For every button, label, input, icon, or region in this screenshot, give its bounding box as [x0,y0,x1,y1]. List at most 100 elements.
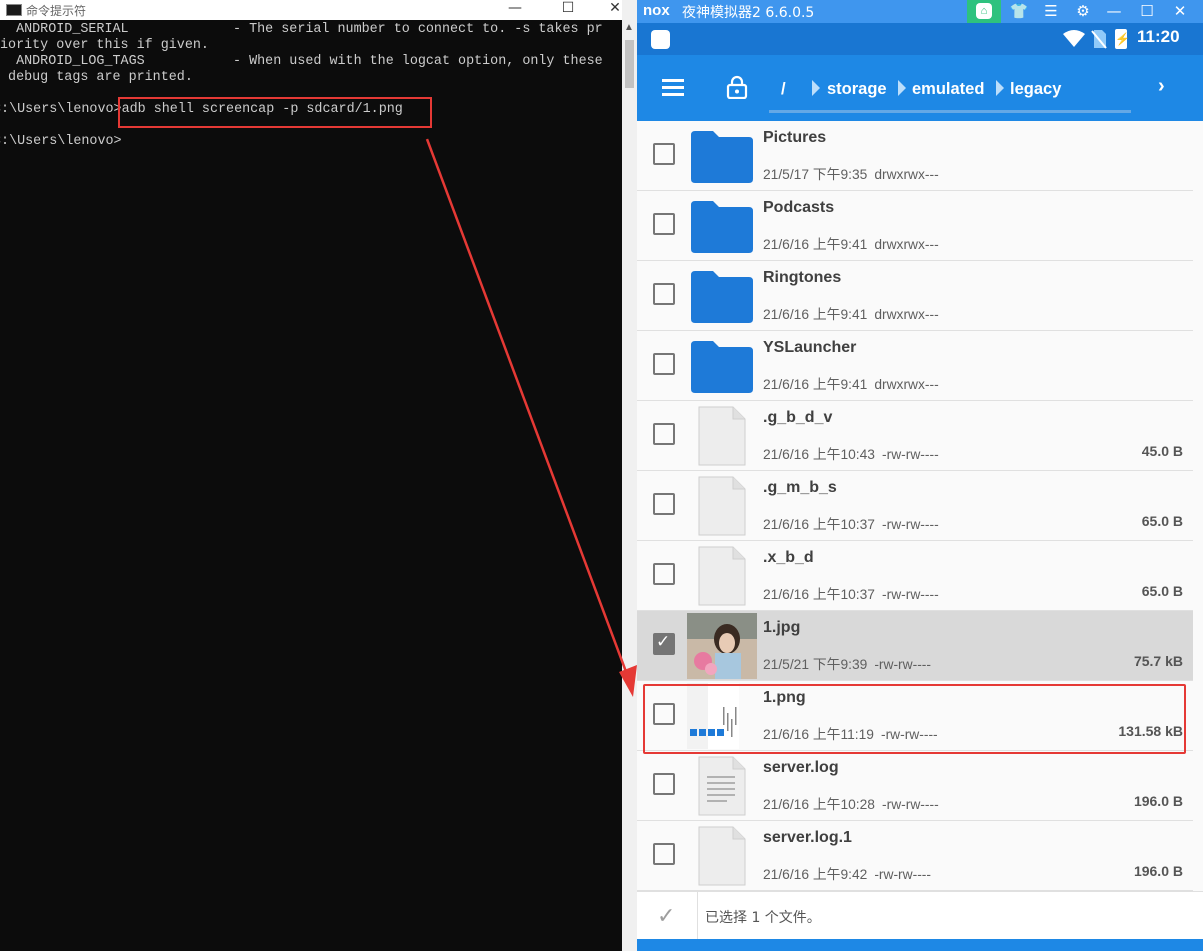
selection-bar: ✓ 已选择 1 个文件。 [637,891,1203,940]
file-checkbox[interactable] [653,283,675,305]
file-row[interactable]: server.log 21/6/16 上午10:28 -rw-rw---- 196.0… [637,751,1193,821]
file-icon [687,403,757,469]
nox-window-title: 夜神模拟器2 6.6.0.5 [682,5,815,21]
nox-close-button[interactable]: ✕ [1166,0,1194,23]
file-name: server.log.1 [763,829,852,846]
file-date: 21/6/16 上午9:41 [763,307,868,322]
file-permissions: -rw-rw---- [882,587,939,602]
file-date: 21/6/16 上午10:37 [763,517,875,532]
file-date: 21/6/16 上午9:41 [763,377,868,392]
file-date: 21/6/16 上午10:43 [763,447,875,462]
file-row[interactable]: .x_b_d 21/6/16 上午10:37 -rw-rw---- 65.0 B [637,541,1193,611]
file-permissions: drwxrwx--- [874,237,939,252]
list-scroll-area [1193,121,1203,891]
cmd-window-title: 命令提示符 [26,4,87,18]
file-date: 21/6/16 上午10:28 [763,797,875,812]
file-checkbox[interactable] [653,632,675,655]
lock-icon[interactable] [726,75,748,99]
file-meta: 21/6/16 上午10:37 -rw-rw---- [763,513,939,533]
nox-settings-button[interactable]: ⚙ [1069,0,1097,23]
folder-icon [687,123,757,189]
hamburger-menu-icon[interactable] [662,79,684,96]
breadcrumb-storage[interactable]: storage [827,80,887,99]
file-size: 196.0 B [1133,863,1183,879]
file-name: Pictures [763,129,827,146]
nox-menu-button[interactable]: ☰ [1037,0,1065,23]
file-row[interactable]: .g_m_b_s 21/6/16 上午10:37 -rw-rw---- 65.0 B [637,471,1193,541]
file-row[interactable]: server.log.1 21/6/16 上午9:42 -rw-rw---- 196.… [637,821,1193,891]
file-checkbox[interactable] [653,353,675,375]
file-name: .x_b_d [763,549,814,566]
file-highlight-box [643,684,1186,754]
file-row[interactable]: YSLauncher 21/6/16 上午9:41 drwxrwx--- [637,331,1193,401]
photo-thumbnail [687,613,757,679]
cmd-titlebar: 命令提示符 — ☐ ✕ [0,0,622,20]
chevron-right-icon[interactable]: › [1158,75,1165,98]
file-size: 65.0 B [1141,583,1183,599]
battery-charging-icon: ⚡ [1115,29,1130,49]
file-checkbox[interactable] [653,213,675,235]
command-highlight-box [118,97,432,128]
file-row[interactable]: 1.jpg 21/5/21 下午9:39 -rw-rw---- 75.7 kB [637,611,1193,681]
file-meta: 21/6/16 上午9:41 drwxrwx--- [763,303,939,323]
cmd-maximize-button[interactable]: ☐ [553,0,583,20]
console-prompt: C:\Users\lenovo> [0,134,122,149]
no-sim-icon [1091,30,1107,49]
file-row[interactable]: .g_b_d_v 21/6/16 上午10:43 -rw-rw---- 45.0 B [637,401,1193,471]
file-permissions: -rw-rw---- [874,867,931,882]
cmd-scroll-thumb[interactable] [625,40,634,88]
cmd-console[interactable]: ANDROID_SERIAL - The serial number to co… [0,20,622,951]
file-checkbox[interactable] [653,843,675,865]
file-checkbox[interactable] [653,773,675,795]
breadcrumb-legacy[interactable]: legacy [1010,80,1061,99]
nox-app-center-button[interactable]: ⌂ [967,0,1001,23]
file-checkbox[interactable] [653,563,675,585]
breadcrumb-emulated[interactable]: emulated [912,80,984,99]
status-time: 11:20 [1137,27,1180,46]
cmd-app-icon [6,4,22,16]
bottom-blue-strip [637,939,1203,951]
file-checkbox[interactable] [653,493,675,515]
console-line: ANDROID_SERIAL - The serial number to co… [0,22,603,37]
file-row[interactable]: Ringtones 21/6/16 上午9:41 drwxrwx--- [637,261,1193,331]
cmd-scrollbar[interactable]: ▲ [622,0,637,951]
file-meta: 21/6/16 上午9:41 drwxrwx--- [763,233,939,253]
file-size: 75.7 kB [1133,653,1183,669]
nox-maximize-button[interactable]: ☐ [1133,0,1161,23]
check-icon[interactable]: ✓ [657,904,675,929]
file-icon [687,823,757,889]
file-size: 45.0 B [1141,443,1183,459]
file-checkbox[interactable] [653,143,675,165]
scroll-up-arrow-icon[interactable]: ▲ [624,22,634,33]
file-permissions: -rw-rw---- [882,797,939,812]
console-line: iority over this if given. [0,38,209,53]
cmd-minimize-button[interactable]: — [500,0,530,20]
file-name: 1.jpg [763,619,801,636]
selection-status-text: 已选择 1 个文件。 [705,910,821,926]
breadcrumb-separator-icon [996,80,1004,96]
file-meta: 21/5/21 下午9:39 -rw-rw---- [763,653,931,673]
folder-icon [687,333,757,399]
file-checkbox[interactable] [653,423,675,445]
nox-minimize-button[interactable]: — [1100,0,1128,23]
skin-button[interactable]: 👕 [1005,0,1033,23]
file-name: Ringtones [763,269,842,286]
file-meta: 21/6/16 上午10:28 -rw-rw---- [763,793,939,813]
console-line: debug tags are printed. [0,70,193,85]
text-file-icon [687,753,757,819]
file-meta: 21/6/16 上午9:42 -rw-rw---- [763,863,931,883]
nox-titlebar: nox 夜神模拟器2 6.6.0.5 ⌂ 👕 ☰ ⚙ — ☐ ✕ [637,0,1203,23]
file-meta: 21/5/17 下午9:35 drwxrwx--- [763,163,939,183]
file-permissions: drwxrwx--- [874,307,939,322]
file-list: Pictures 21/5/17 下午9:35 drwxrwx--- Podcasts… [637,121,1193,891]
file-manager-toolbar: / storage emulated legacy › [637,55,1203,121]
file-row[interactable]: Pictures 21/5/17 下午9:35 drwxrwx--- [637,121,1193,191]
nox-logo: nox [643,2,670,19]
file-date: 21/6/16 上午9:42 [763,867,868,882]
file-row[interactable]: Podcasts 21/6/16 上午9:41 drwxrwx--- [637,191,1193,261]
file-permissions: -rw-rw---- [874,657,931,672]
cmd-window: 命令提示符 — ☐ ✕ ANDROID_SERIAL - The serial … [0,0,622,951]
file-meta: 21/6/16 上午9:41 drwxrwx--- [763,373,939,393]
breadcrumb-root[interactable]: / [781,80,786,99]
file-name: YSLauncher [763,339,857,356]
